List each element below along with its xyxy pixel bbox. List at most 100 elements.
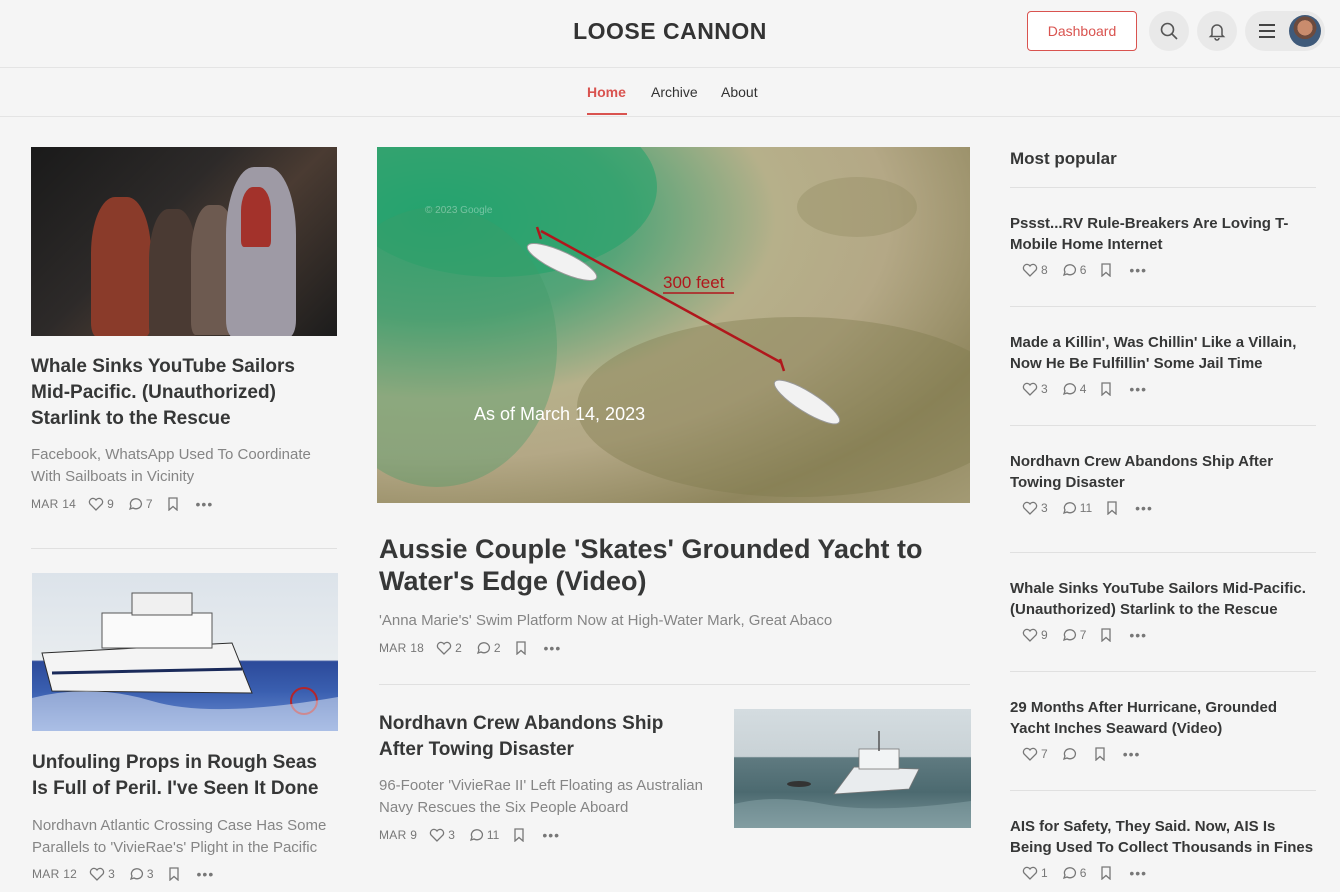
sailors-photo[interactable] <box>31 147 337 336</box>
comment-icon <box>1062 264 1076 277</box>
bookmark-button[interactable] <box>168 867 183 881</box>
popular-item-meta: 3 4 ••• <box>1022 380 1147 398</box>
more-options-button[interactable]: ••• <box>1129 381 1147 397</box>
photo-watermark: © 2023 Google <box>425 205 493 216</box>
more-options-button[interactable]: ••• <box>1135 500 1153 516</box>
like-button[interactable]: 9 <box>1022 628 1048 642</box>
heart-icon <box>430 828 445 842</box>
more-options-button[interactable]: ••• <box>542 827 560 843</box>
like-button[interactable]: 1 <box>1022 866 1048 880</box>
yacht-illustration <box>32 592 338 731</box>
article-title[interactable]: Unfouling Props in Rough Seas Is Full of… <box>32 750 338 802</box>
more-options-button[interactable]: ••• <box>197 866 215 882</box>
popular-item-title[interactable]: Nordhavn Crew Abandons Ship After Towing… <box>1010 451 1320 493</box>
like-count: 2 <box>455 641 462 655</box>
nav-about[interactable]: About <box>721 84 758 100</box>
divider <box>1010 671 1316 672</box>
more-options-button[interactable]: ••• <box>544 640 562 656</box>
heart-icon <box>1022 382 1038 396</box>
popular-item-title[interactable]: Pssst...RV Rule-Breakers Are Loving T-Mo… <box>1010 213 1320 255</box>
article-meta: MAR 14 9 7 ••• <box>31 495 213 513</box>
divider <box>1010 187 1316 188</box>
comment-button[interactable]: 6 <box>1062 866 1086 880</box>
like-count: 8 <box>1041 263 1048 277</box>
article-title[interactable]: Nordhavn Crew Abandons Ship After Towing… <box>379 711 709 763</box>
featured-title[interactable]: Aussie Couple 'Skates' Grounded Yacht to… <box>379 533 969 597</box>
popular-item-title[interactable]: Made a Killin', Was Chillin' Like a Vill… <box>1010 332 1320 374</box>
more-options-button[interactable]: ••• <box>1129 865 1147 881</box>
bookmark-button[interactable] <box>1100 628 1115 642</box>
site-title[interactable]: LOOSE CANNON <box>0 18 1340 45</box>
nav-archive[interactable]: Archive <box>651 84 698 100</box>
heart-icon <box>436 641 452 655</box>
bookmark-icon <box>1107 501 1117 515</box>
bookmark-icon <box>167 497 178 511</box>
like-count: 3 <box>108 867 115 881</box>
heart-icon <box>1022 263 1038 277</box>
comment-button[interactable]: 11 <box>1062 501 1092 515</box>
comment-button[interactable] <box>1062 747 1080 761</box>
more-options-button[interactable]: ••• <box>196 496 214 512</box>
notifications-button[interactable] <box>1197 11 1237 51</box>
like-button[interactable]: 3 <box>1022 382 1048 396</box>
popular-item-title[interactable]: 29 Months After Hurricane, Grounded Yach… <box>1010 697 1320 739</box>
yacht-rough-seas-photo[interactable] <box>32 573 338 731</box>
divider <box>31 548 337 549</box>
account-menu-button[interactable] <box>1245 11 1325 51</box>
like-button[interactable]: 9 <box>88 497 114 511</box>
active-tab-indicator <box>587 113 627 115</box>
comment-icon <box>1062 867 1076 880</box>
most-popular-heading: Most popular <box>1010 149 1117 168</box>
bookmark-icon <box>514 828 524 842</box>
bookmark-button[interactable] <box>1106 501 1121 515</box>
bookmark-button[interactable] <box>513 828 528 842</box>
popular-item-title[interactable]: Whale Sinks YouTube Sailors Mid-Pacific.… <box>1010 578 1320 620</box>
bookmark-button[interactable] <box>1094 747 1109 761</box>
bookmark-button[interactable] <box>515 641 530 655</box>
like-button[interactable]: 3 <box>429 828 455 842</box>
search-icon <box>1160 22 1178 40</box>
dashboard-button[interactable]: Dashboard <box>1027 11 1137 51</box>
like-count: 9 <box>1041 628 1048 642</box>
heart-icon <box>1022 747 1038 761</box>
bookmark-button[interactable] <box>1100 866 1115 880</box>
comment-button[interactable]: 7 <box>128 497 153 511</box>
popular-item-meta: 7 ••• <box>1022 745 1140 763</box>
like-button[interactable]: 2 <box>436 641 462 655</box>
article-meta: MAR 9 3 11 ••• <box>379 826 560 844</box>
article-meta: MAR 18 2 2 ••• <box>379 639 561 657</box>
comment-count: 2 <box>493 641 501 655</box>
comment-button[interactable]: 7 <box>1062 628 1086 642</box>
popular-item-meta: 9 7 ••• <box>1022 626 1147 644</box>
comment-button[interactable]: 3 <box>129 867 154 881</box>
comment-button[interactable]: 4 <box>1062 382 1086 396</box>
popular-item-title[interactable]: AIS for Safety, They Said. Now, AIS Is B… <box>1010 816 1320 858</box>
divider <box>1010 790 1316 791</box>
article-date: MAR 9 <box>379 828 418 842</box>
like-count: 7 <box>1041 747 1048 761</box>
like-button[interactable]: 7 <box>1022 747 1048 761</box>
like-button[interactable]: 8 <box>1022 263 1048 277</box>
comment-button[interactable]: 11 <box>469 828 499 842</box>
like-count: 3 <box>448 828 455 842</box>
like-button[interactable]: 3 <box>89 867 115 881</box>
bookmark-button[interactable] <box>167 497 182 511</box>
article-title[interactable]: Whale Sinks YouTube Sailors Mid-Pacific.… <box>31 354 331 432</box>
bookmark-icon <box>1095 747 1105 761</box>
featured-aerial-photo[interactable]: 300 feet As of March 14, 2023 © 2023 Goo… <box>377 147 970 503</box>
like-count: 1 <box>1041 866 1048 880</box>
bookmark-button[interactable] <box>1100 263 1115 277</box>
like-count: 3 <box>1041 382 1048 396</box>
bookmark-icon <box>1101 628 1112 642</box>
more-options-button[interactable]: ••• <box>1129 627 1147 643</box>
bookmark-button[interactable] <box>1100 382 1115 396</box>
comment-button[interactable]: 2 <box>476 641 501 655</box>
nordhavn-yacht-photo[interactable] <box>734 709 971 828</box>
more-options-button[interactable]: ••• <box>1129 262 1147 278</box>
more-options-button[interactable]: ••• <box>1123 746 1141 762</box>
article-subtitle: Nordhavn Atlantic Crossing Case Has Some… <box>32 817 327 856</box>
search-button[interactable] <box>1149 11 1189 51</box>
comment-button[interactable]: 6 <box>1062 263 1086 277</box>
like-button[interactable]: 3 <box>1022 501 1048 515</box>
nav-home[interactable]: Home <box>587 84 626 100</box>
